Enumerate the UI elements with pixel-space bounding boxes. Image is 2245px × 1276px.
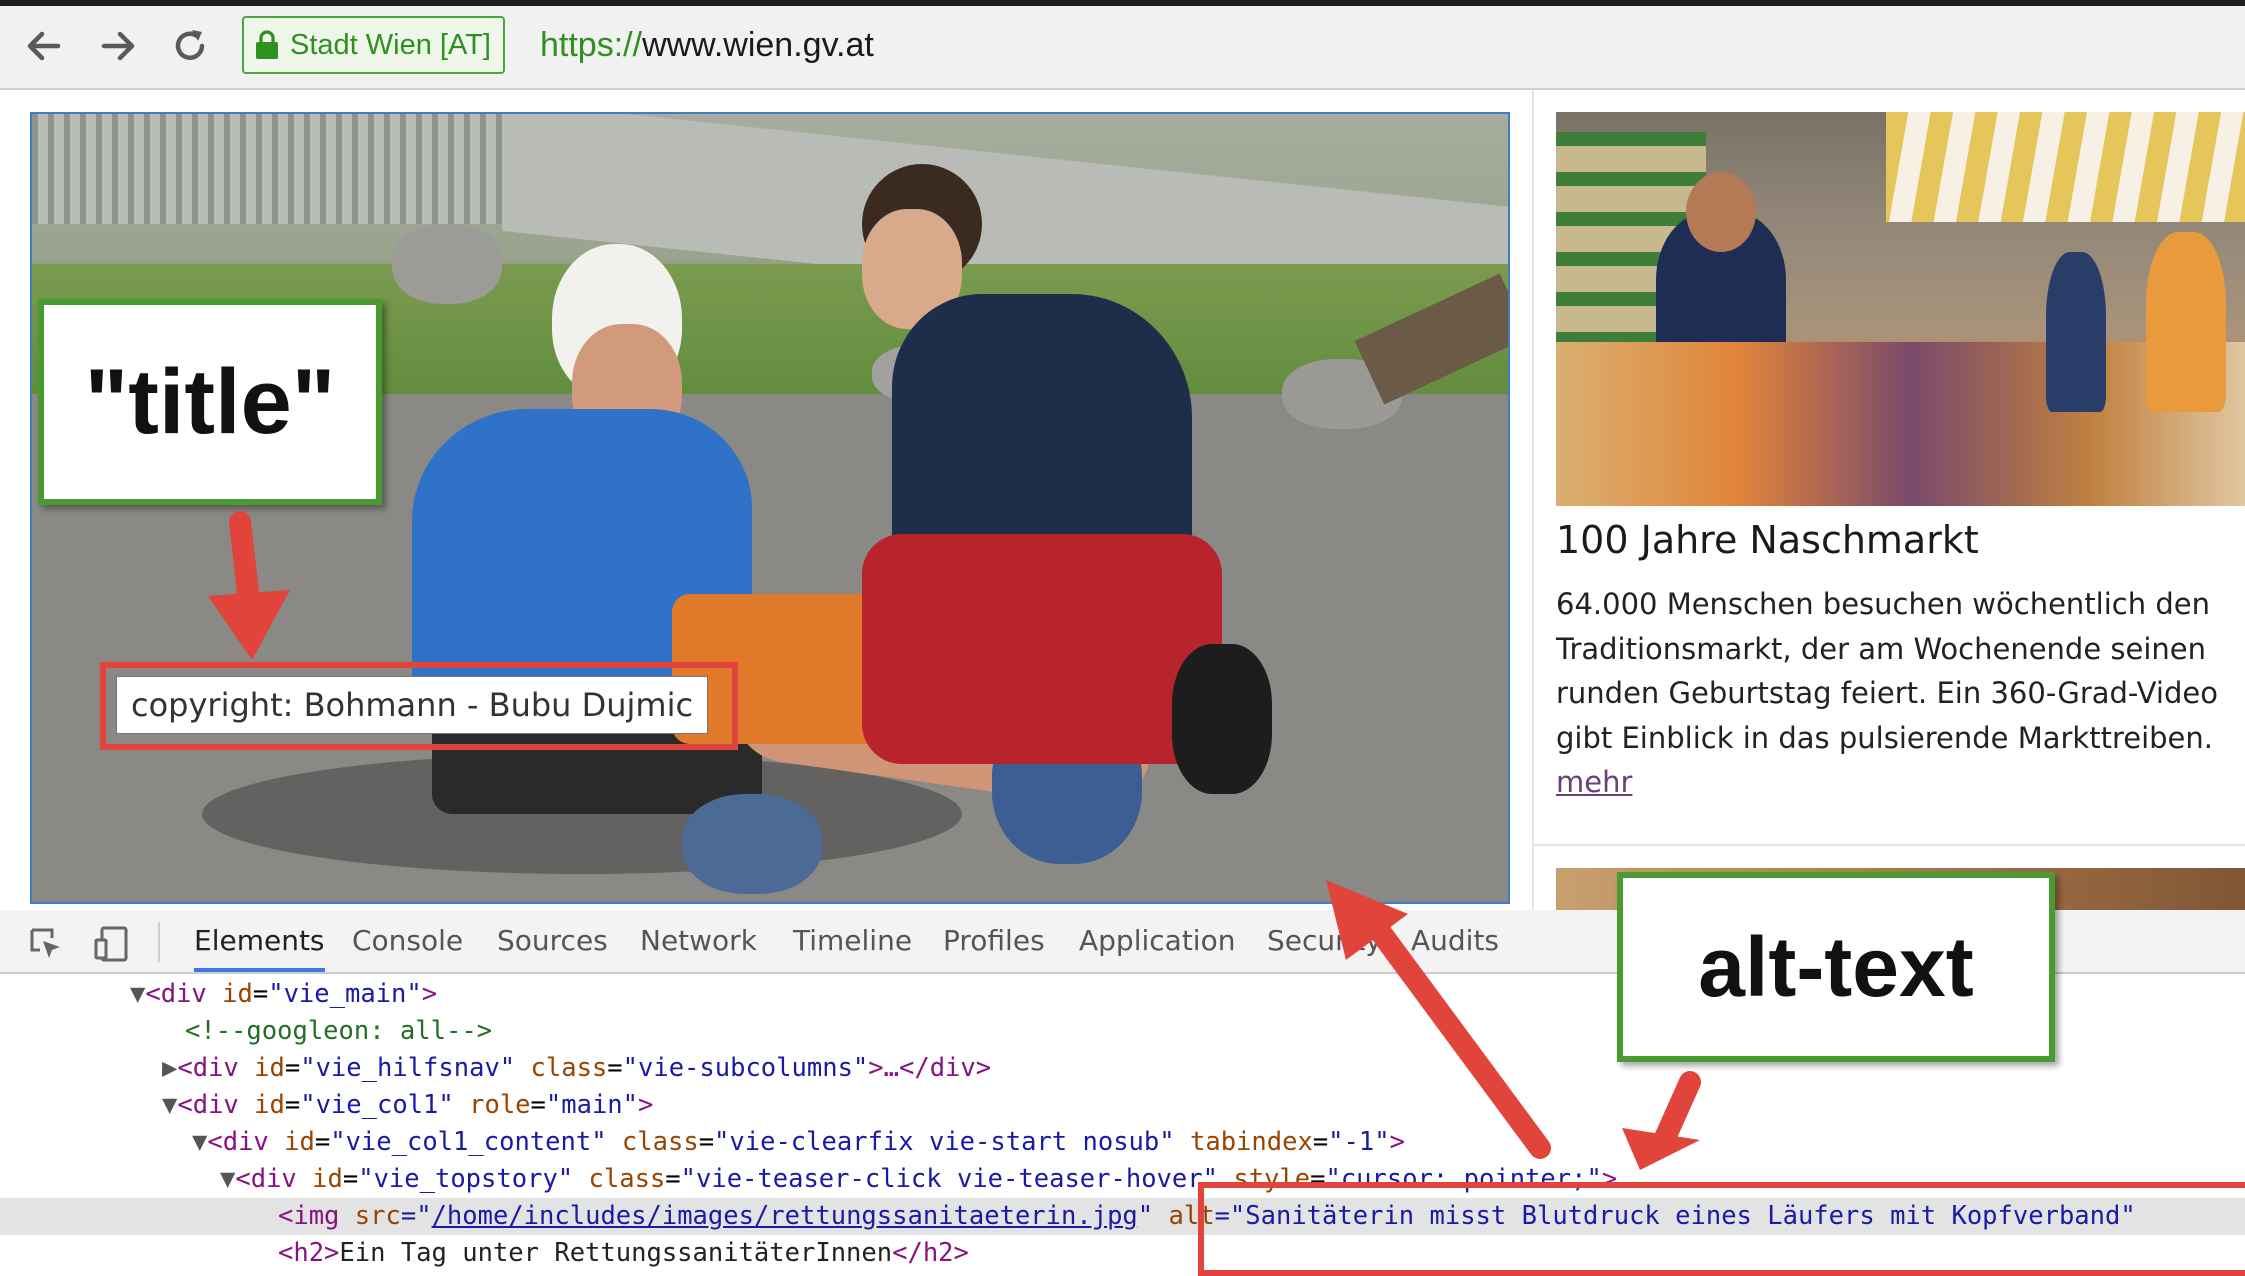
dom-attr: id [284,1127,315,1157]
divider [1534,844,2245,846]
dom-tag: <div [177,1090,239,1120]
dom-value: "vie-clearfix vie-start nosub" [714,1127,1175,1157]
title-annotation-callout: "title" [38,299,382,505]
teaser-heading[interactable]: 100 Jahre Naschmarkt [1556,518,1979,562]
dom-attr: id [222,979,253,1009]
hero-image[interactable]: "title" copyright: Bohmann - Bubu Dujmic [30,112,1510,904]
security-label: Stadt Wien [AT] [290,28,491,61]
dom-value: "vie_topstory" [358,1164,574,1194]
teaser-column: 100 Jahre Naschmarkt 64.000 Menschen bes… [1532,90,2245,910]
dom-value: "vie_hilfsnav" [300,1053,516,1083]
tab-sources[interactable]: Sources [497,910,608,972]
dom-node[interactable]: <h2>Ein Tag unter RettungssanitäterInnen… [0,1235,969,1272]
scene-awning [1886,112,2245,222]
tab-console[interactable]: Console [352,910,463,972]
dom-value: "vie_col1_content" [330,1127,607,1157]
scene-medic-pants [862,534,1222,764]
dom-attr: id [254,1053,285,1083]
scene-rock [392,224,502,304]
inspect-element-icon[interactable] [26,924,66,964]
dom-tag: <div [235,1164,297,1194]
dom-value: =" [400,1201,432,1231]
dom-tag: <h2> [278,1238,340,1268]
teaser-text: 64.000 Menschen besuchen wöchentlich den… [1556,587,2218,755]
tab-network[interactable]: Network [640,910,757,972]
device-toolbar-icon[interactable] [92,924,132,964]
dom-tag: > [638,1090,654,1120]
tab-profiles[interactable]: Profiles [943,910,1045,972]
title-tooltip: copyright: Bohmann - Bubu Dujmic [116,676,709,734]
toolbar-separator [158,922,160,962]
dom-attr: class [588,1164,666,1194]
dom-attr: src [354,1201,401,1231]
arrow-right-icon [101,31,135,61]
url-scheme: https:// [540,26,643,64]
expand-triangle-icon[interactable]: ▼ [130,979,145,1009]
dom-node[interactable]: ▶<div id="vie_hilfsnav" class="vie-subco… [0,1050,991,1087]
url-host: www.wien.gv.at [642,26,874,64]
dom-tag: <div [207,1127,269,1157]
tab-timeline[interactable]: Timeline [793,910,912,972]
dom-node[interactable]: ▼<div id="vie_col1_content" class="vie-c… [0,1124,1405,1161]
dom-tag: <div [177,1053,239,1083]
dom-attr: role [469,1090,531,1120]
expand-triangle-icon[interactable]: ▼ [162,1090,177,1120]
address-bar: Stadt Wien [AT] https://www.wien.gv.at [0,6,2245,90]
dom-value: "vie_main" [268,979,422,1009]
alt-highlight-box [1198,1182,2245,1276]
reload-icon [175,30,205,60]
scene-railing [32,114,502,224]
dom-attr: class [621,1127,699,1157]
dom-tag: >…</div> [868,1053,992,1083]
expand-triangle-icon[interactable]: ▼ [220,1164,235,1194]
forward-button[interactable] [92,20,144,72]
dom-value: "vie_col1" [300,1090,454,1120]
dom-text: Ein Tag unter RettungssanitäterInnen [339,1238,893,1268]
more-link[interactable]: mehr [1556,765,1632,799]
teaser-body: 64.000 Menschen besuchen wöchentlich den… [1556,582,2245,805]
expand-triangle-icon[interactable]: ▶ [162,1053,177,1083]
dom-tag: > [1389,1127,1405,1157]
dom-value: "vie-subcolumns" [622,1053,869,1083]
dom-tag: </h2> [892,1238,969,1268]
dom-value: "-1" [1328,1127,1390,1157]
tab-security[interactable]: Security [1267,910,1382,972]
title-annotation-label: "title" [84,350,336,453]
naschmarkt-image[interactable] [1556,112,2245,506]
alt-annotation-label: alt-text [1698,919,1974,1014]
alt-annotation-callout: alt-text [1617,872,2055,1062]
dom-comment: <!--googleon: all--> [185,1016,493,1046]
dom-node[interactable]: ▼<div id="vie_col1" role="main"> [0,1087,653,1124]
page-viewport: "title" copyright: Bohmann - Bubu Dujmic… [0,90,2245,910]
url-field[interactable]: https://www.wien.gv.at [540,26,874,65]
image-src-link[interactable]: /home/includes/images/rettungssanitaeter… [432,1201,1138,1231]
dom-attr: id [312,1164,343,1194]
expand-triangle-icon[interactable]: ▼ [192,1127,207,1157]
scene-shopper [2146,232,2226,412]
dom-value: "main" [545,1090,639,1120]
scene-shopper [2046,252,2106,412]
dom-node[interactable]: <!--googleon: all--> [0,1013,492,1050]
dom-value: "vie-teaser-click vie-teaser-hover" [680,1164,1218,1194]
dom-tag: <img [278,1201,340,1231]
tab-audits[interactable]: Audits [1411,910,1499,972]
reload-button[interactable] [164,20,216,72]
dom-value: " [1137,1201,1154,1231]
dom-attr: id [254,1090,285,1120]
scene-stall [1556,342,2245,506]
dom-node[interactable]: ▼<div id="vie_main"> [0,976,437,1013]
scene-runner-shoe [682,794,822,894]
dom-tag: > [421,979,438,1009]
site-security-chip[interactable]: Stadt Wien [AT] [242,16,505,74]
dom-tag: <div [145,979,207,1009]
dom-attr: class [530,1053,608,1083]
dom-attr: tabindex [1189,1127,1313,1157]
scene-vendor-head [1686,172,1756,252]
lock-icon [256,30,278,59]
scene-medic-shoe [1172,644,1272,794]
back-button[interactable] [18,20,70,72]
arrow-left-icon [27,31,61,61]
tab-elements[interactable]: Elements [194,910,325,972]
tab-application[interactable]: Application [1079,910,1235,972]
